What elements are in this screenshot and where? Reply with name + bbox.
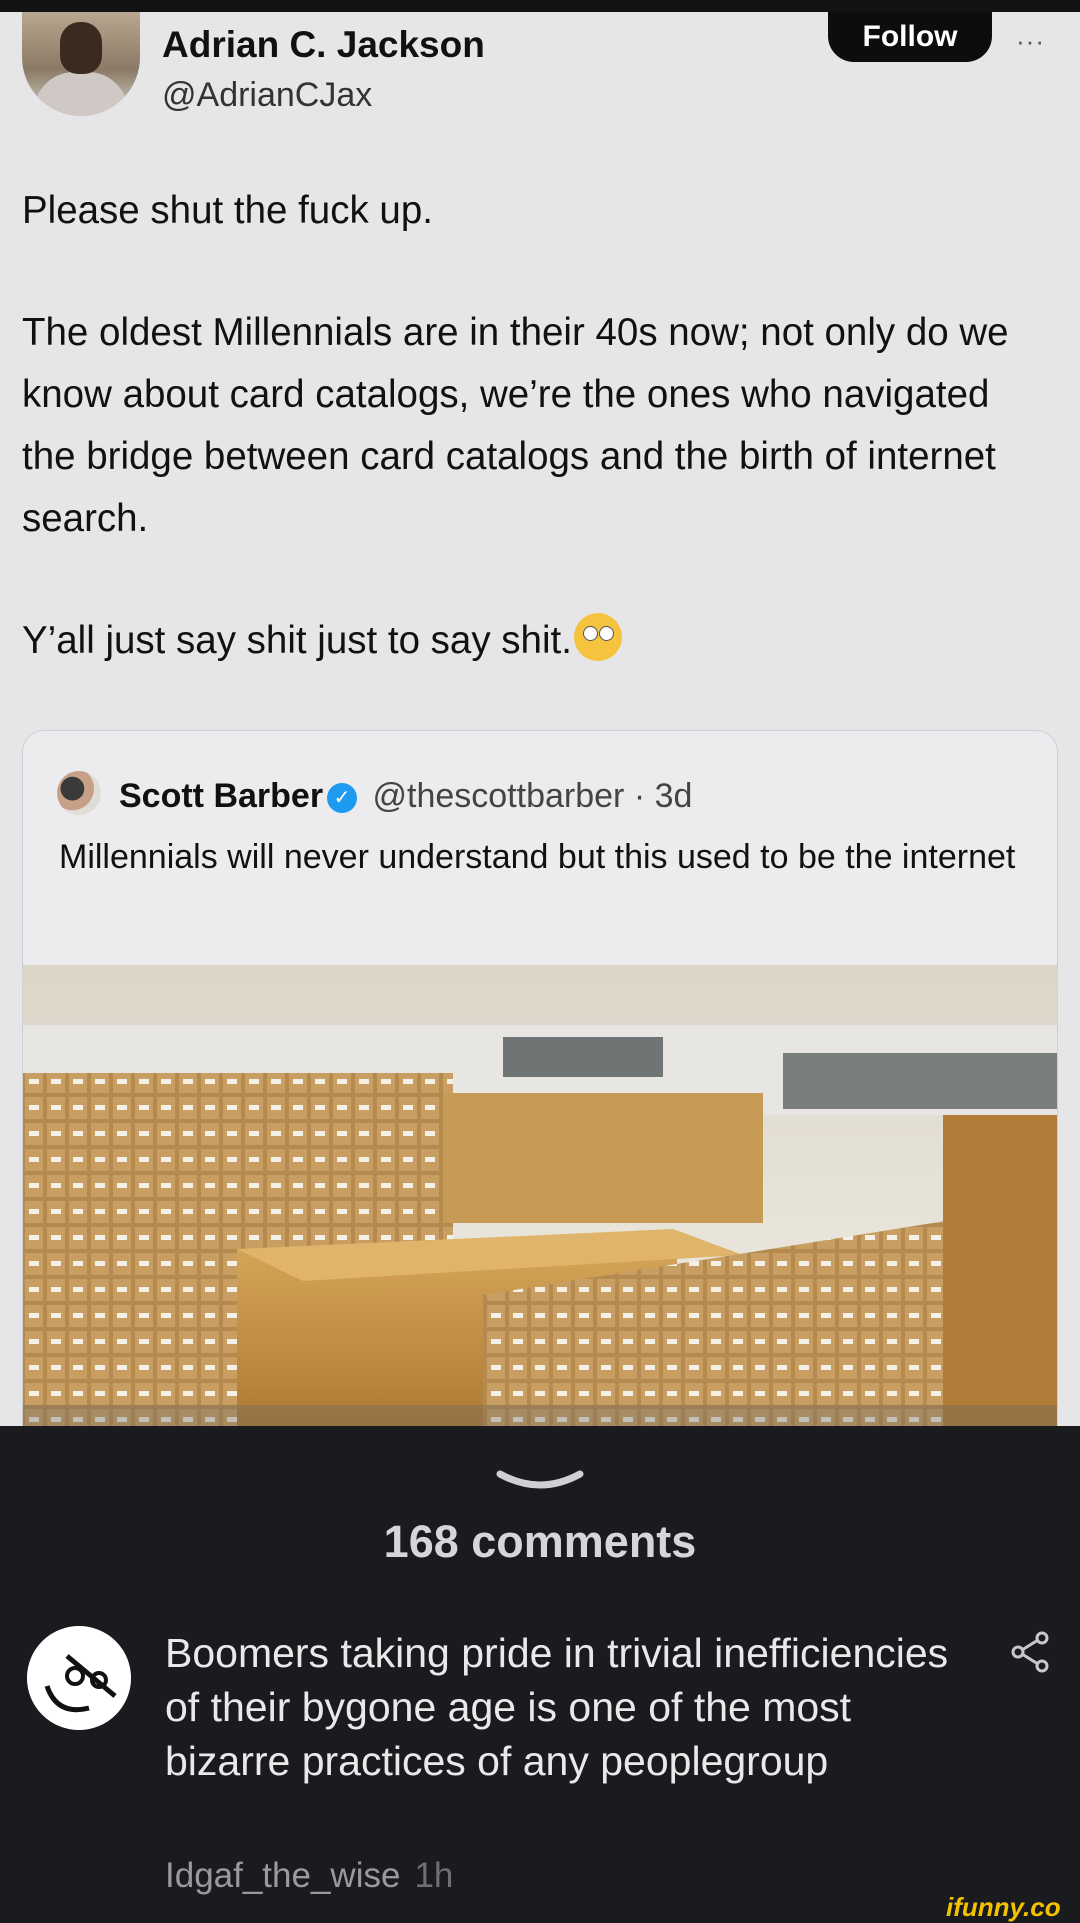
eye-roll-emoji-icon [573, 613, 622, 661]
comment-text: Boomers taking pride in trivial ineffici… [165, 1630, 949, 1784]
comment-username[interactable]: Idgaf_the_wise [165, 1856, 400, 1895]
tweet-paragraph-3-text: Y’all just say shit just to say shit. [22, 619, 572, 662]
author-avatar[interactable] [22, 12, 140, 116]
follow-button[interactable]: Follow [828, 12, 992, 62]
quoted-author-name: Scott Barber [119, 777, 324, 815]
tweet-paragraph-1: Please shut the fuck up. [22, 189, 433, 232]
comment-time: 1h [414, 1856, 454, 1895]
tweet-screenshot: Adrian C. Jackson @AdrianCJax Follow ···… [0, 12, 1080, 1426]
quoted-header: Scott Barber ✓ @thescottbarber · 3d [119, 777, 692, 816]
status-bar [0, 0, 1080, 12]
card-catalog-photo[interactable] [23, 965, 1057, 1426]
author-handle: @AdrianCJax [162, 76, 373, 114]
ifunny-watermark: ifunny.co [946, 1892, 1061, 1922]
comment-meta: Idgaf_the_wise 1h [165, 1856, 453, 1896]
commenter-avatar[interactable] [27, 1626, 131, 1730]
quoted-tweet[interactable]: Scott Barber ✓ @thescottbarber · 3d Mille… [22, 730, 1058, 1426]
quoted-author-handle: @thescottbarber [372, 777, 625, 815]
tweet-paragraph-2: The oldest Millennials are in their 40s … [22, 311, 1009, 540]
share-icon[interactable] [1008, 1630, 1052, 1674]
quoted-separator: · [633, 777, 646, 815]
comments-count: 168 comments [383, 1516, 697, 1567]
tweet-body: Please shut the fuck up. The oldest Mill… [22, 180, 1042, 672]
author-name[interactable]: Adrian C. Jackson [162, 24, 485, 66]
more-options-icon[interactable]: ··· [1016, 26, 1045, 57]
comments-sheet: 168 comments Boomers taking pride in tri… [0, 1426, 1080, 1923]
tweet-paragraph-3: Y’all just say shit just to say shit. [22, 610, 1042, 672]
quoted-text: Millennials will never understand but th… [59, 838, 1016, 876]
quoted-age: 3d [654, 777, 693, 815]
collapse-chevron-icon[interactable] [496, 1470, 584, 1492]
quoted-author-avatar [57, 771, 101, 815]
verified-badge-icon: ✓ [327, 783, 358, 813]
